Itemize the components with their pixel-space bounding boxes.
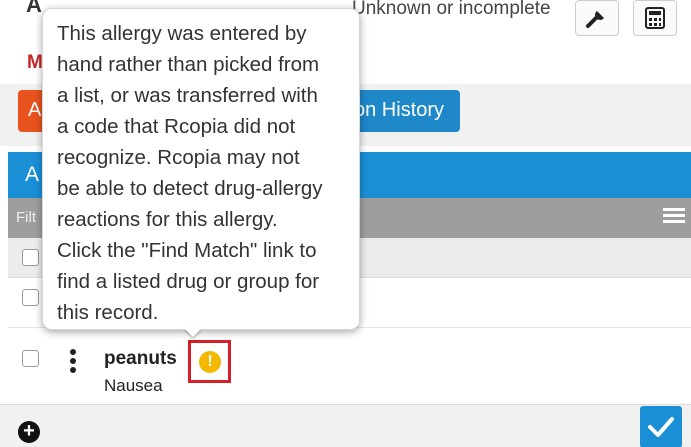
row-checkbox[interactable]	[22, 350, 39, 367]
status-text: Unknown or incomplete	[352, 0, 551, 19]
allergen-name[interactable]: peanuts	[104, 348, 177, 370]
row-checkbox[interactable]	[22, 289, 39, 306]
tooltip-line: recognize. Rcopia may not	[57, 146, 300, 169]
wrench-icon	[586, 11, 604, 28]
wrench-button[interactable]	[575, 0, 619, 36]
calculator-button[interactable]	[633, 0, 677, 36]
tooltip-line: a code that Rcopia did not	[57, 115, 296, 138]
filter-label: Filt	[16, 209, 36, 226]
allergy-warning-tooltip: This allergy was entered by hand rather …	[42, 8, 360, 330]
reaction-text: Nausea	[104, 376, 163, 395]
kebab-menu-icon[interactable]	[70, 349, 76, 376]
tooltip-line: hand rather than picked from	[57, 53, 320, 76]
list-icon[interactable]	[663, 208, 685, 226]
select-all-checkbox[interactable]	[22, 249, 39, 266]
tooltip-line: be able to detect drug-allergy	[57, 177, 323, 200]
partial-label: M	[27, 52, 43, 73]
confirm-button[interactable]	[640, 406, 682, 447]
tooltip-arrow	[184, 328, 202, 337]
tooltip-line: this record.	[57, 301, 159, 324]
add-circle-icon[interactable]: +	[18, 421, 40, 443]
warning-highlight: !	[188, 340, 231, 383]
panel-footer: +	[0, 404, 691, 447]
table-row: peanuts Nausea !	[8, 328, 691, 404]
warning-icon[interactable]: !	[199, 351, 221, 373]
tooltip-line: reactions for this allergy.	[57, 208, 278, 231]
calculator-icon	[645, 7, 665, 29]
check-icon	[648, 417, 674, 437]
tooltip-line: a list, or was transferred with	[57, 84, 318, 107]
tooltip-line: This allergy was entered by	[57, 22, 307, 45]
partial-heading: A	[26, 0, 42, 17]
tooltip-line: Click the "Find Match" link to	[57, 239, 317, 262]
tooltip-line: find a listed drug or group for	[57, 270, 320, 293]
